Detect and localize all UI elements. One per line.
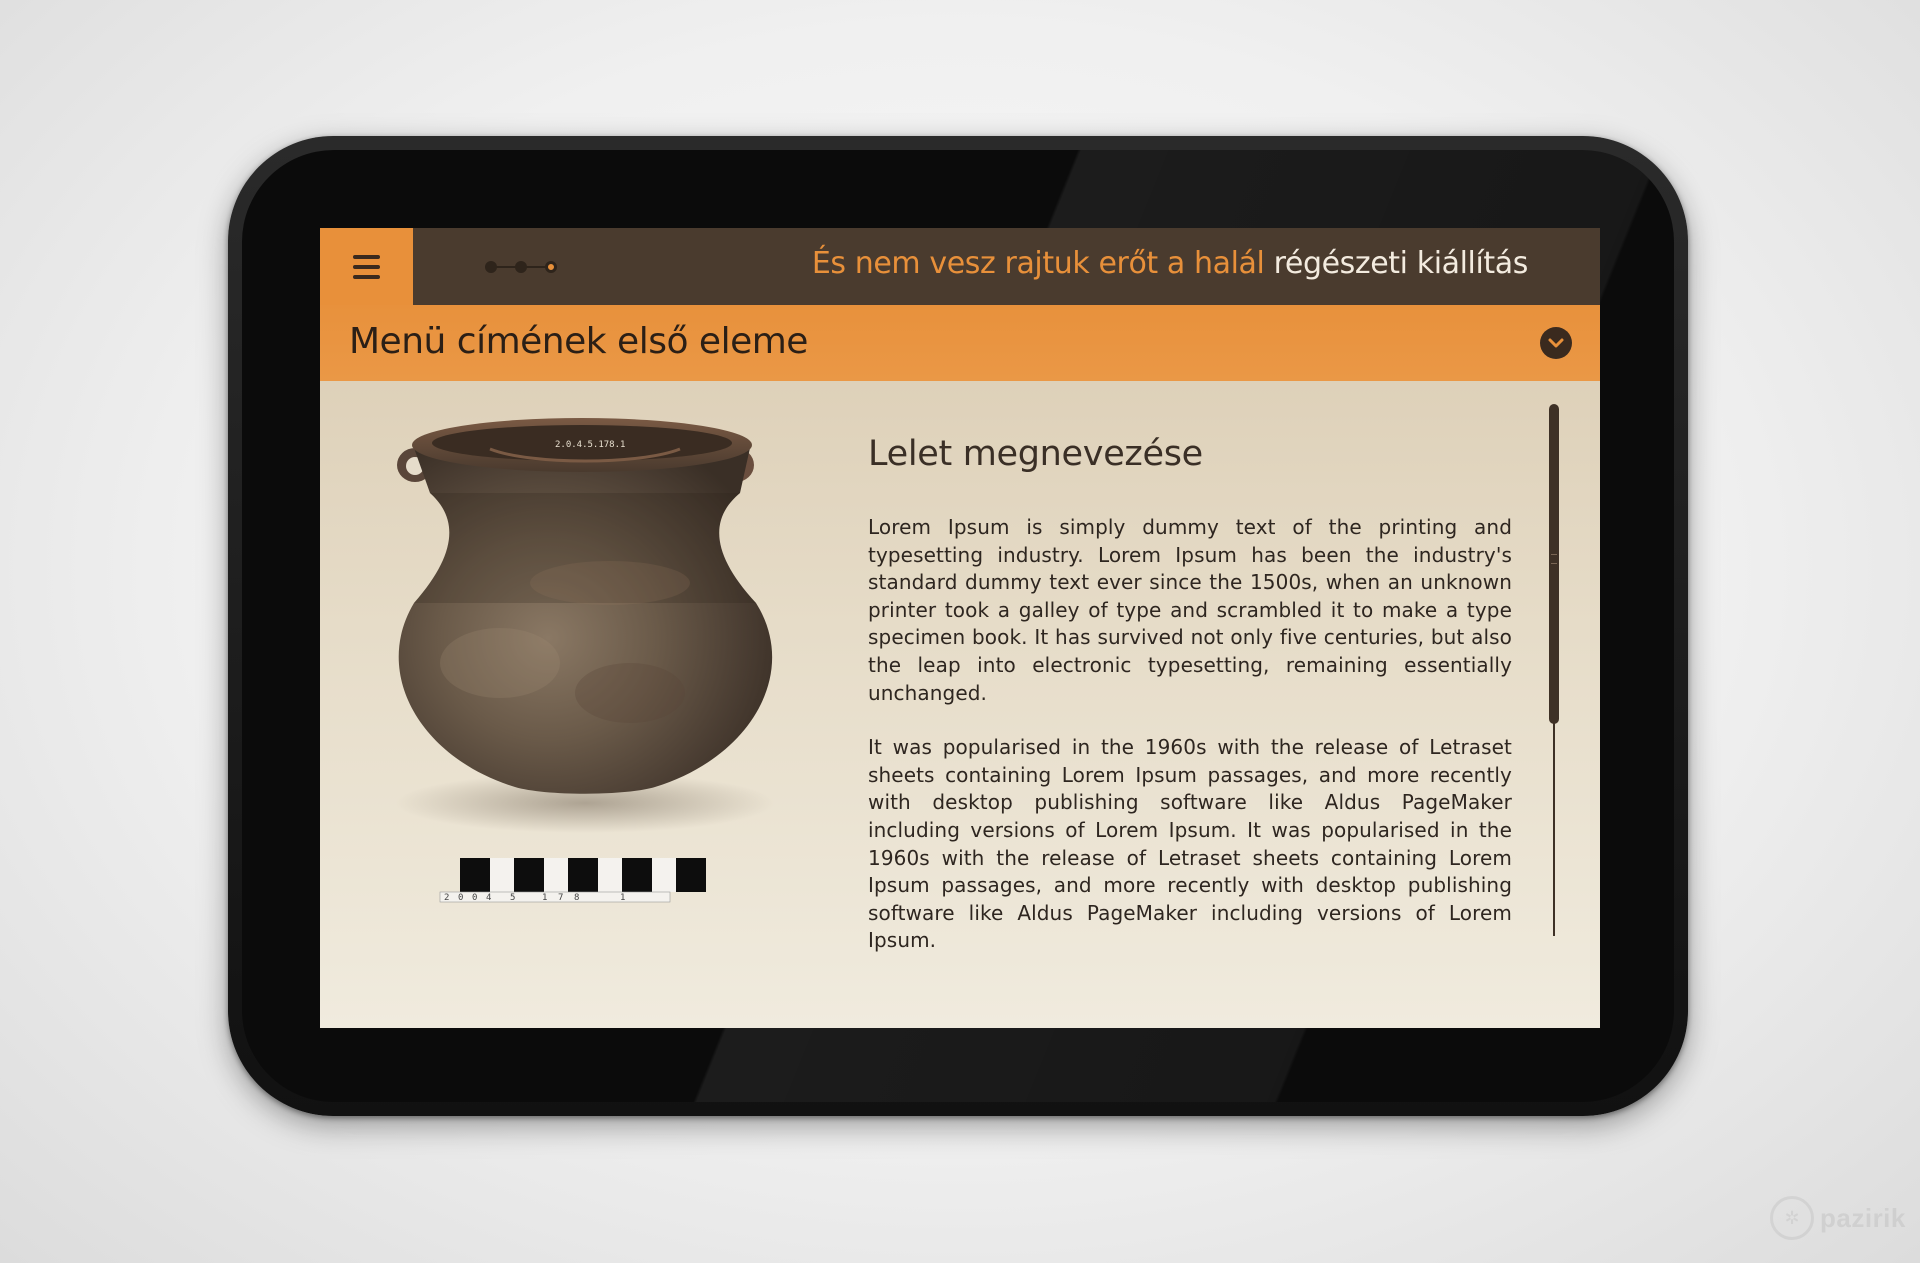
brand-watermark: ✲ pazirik [1770,1196,1906,1240]
svg-text:0: 0 [472,893,477,903]
watermark-text: pazirik [1820,1202,1906,1233]
pazirik-logo-icon: ✲ [1770,1196,1814,1240]
page-dot-2[interactable] [515,261,527,273]
scrollbar-thumb[interactable] [1549,404,1559,724]
page-dot-1[interactable] [485,261,497,273]
svg-text:5: 5 [510,893,515,903]
menu-button[interactable] [320,228,413,305]
svg-text:1: 1 [620,893,625,903]
exhibition-title-subtitle: régészeti kiállítás [1273,246,1529,281]
exhibition-title-highlight: És nem vesz rajtuk erőt a halál [811,246,1265,281]
menu-selector-label: Menü címének első eleme [349,321,808,362]
exhibition-title: És nem vesz rajtuk erőt a halál régészet… [811,246,1529,281]
description-paragraph-1: Lorem Ipsum is simply dummy text of the … [868,515,1512,705]
svg-text:8: 8 [574,893,579,903]
artifact-image: 2.0.4.5.178.1 2 0 0 4 5 1 7 8 1 [380,403,790,933]
find-description: Lorem Ipsum is simply dummy text of the … [868,514,1512,982]
svg-text:7: 7 [558,893,563,903]
svg-text:0: 0 [458,893,463,903]
svg-text:2: 2 [444,893,449,903]
page-indicator [485,260,565,274]
hamburger-icon [353,254,380,279]
svg-text:4: 4 [486,893,491,903]
svg-text:1: 1 [542,893,547,903]
chevron-down-icon[interactable] [1540,327,1572,359]
find-title: Lelet megnevezése [868,434,1203,474]
top-bar: És nem vesz rajtuk erőt a halál régészet… [320,228,1600,305]
menu-selector-bar[interactable]: Menü címének első eleme [320,305,1600,381]
scrollbar-grip-icon [1551,554,1557,564]
description-paragraph-2: It was popularised in the 1960s with the… [868,735,1512,953]
app-screen: És nem vesz rajtuk erőt a halál régészet… [320,228,1600,1028]
pot-inscription: 2.0.4.5.178.1 [555,440,625,450]
page-dot-3-active[interactable] [545,261,557,273]
